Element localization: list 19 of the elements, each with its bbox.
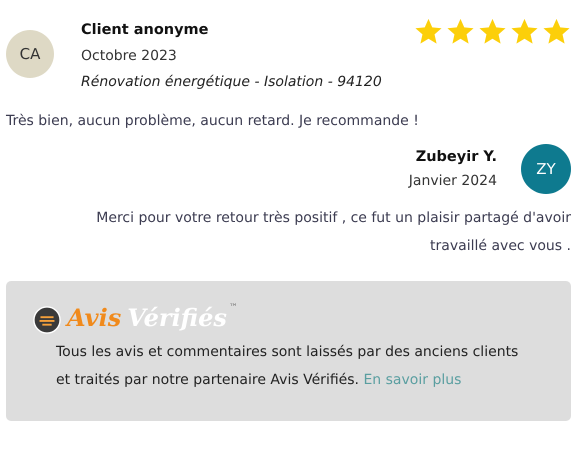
review-text: Très bien, aucun problème, aucun retard. Je recommande ! — [6, 112, 420, 131]
notice-text: Tous les avis et commentaires sont laissés par des anciens clients et traités par notre partenaire Avis Vérifiés. En savoir plus — [56, 343, 520, 390]
avatar: CA — [6, 30, 54, 78]
project-label: Rénovation énergétique - Isolation - 94120 — [81, 73, 382, 92]
star-icon — [478, 17, 507, 46]
trademark-mark: ™ — [228, 303, 238, 313]
star-icon — [542, 17, 571, 46]
review-date: Octobre 2023 — [81, 47, 178, 66]
avatar: ZY — [521, 144, 571, 194]
logo-text: Avis — [67, 303, 122, 332]
learn-more-link[interactable]: En savoir plus — [363, 372, 462, 388]
reply-text: Merci pour votre retour très positif , ce fut un plaisir partagé d'avoir travaillé avec vous . — [95, 209, 571, 256]
author-name: Client anonyme — [81, 21, 210, 40]
star-icon — [446, 17, 475, 46]
reply-date: Janvier 2024 — [408, 172, 497, 191]
star-icon — [414, 17, 443, 46]
badge-icon — [33, 306, 61, 334]
star-icon — [510, 17, 539, 46]
author-name: Zubeyir Y. — [416, 148, 497, 167]
